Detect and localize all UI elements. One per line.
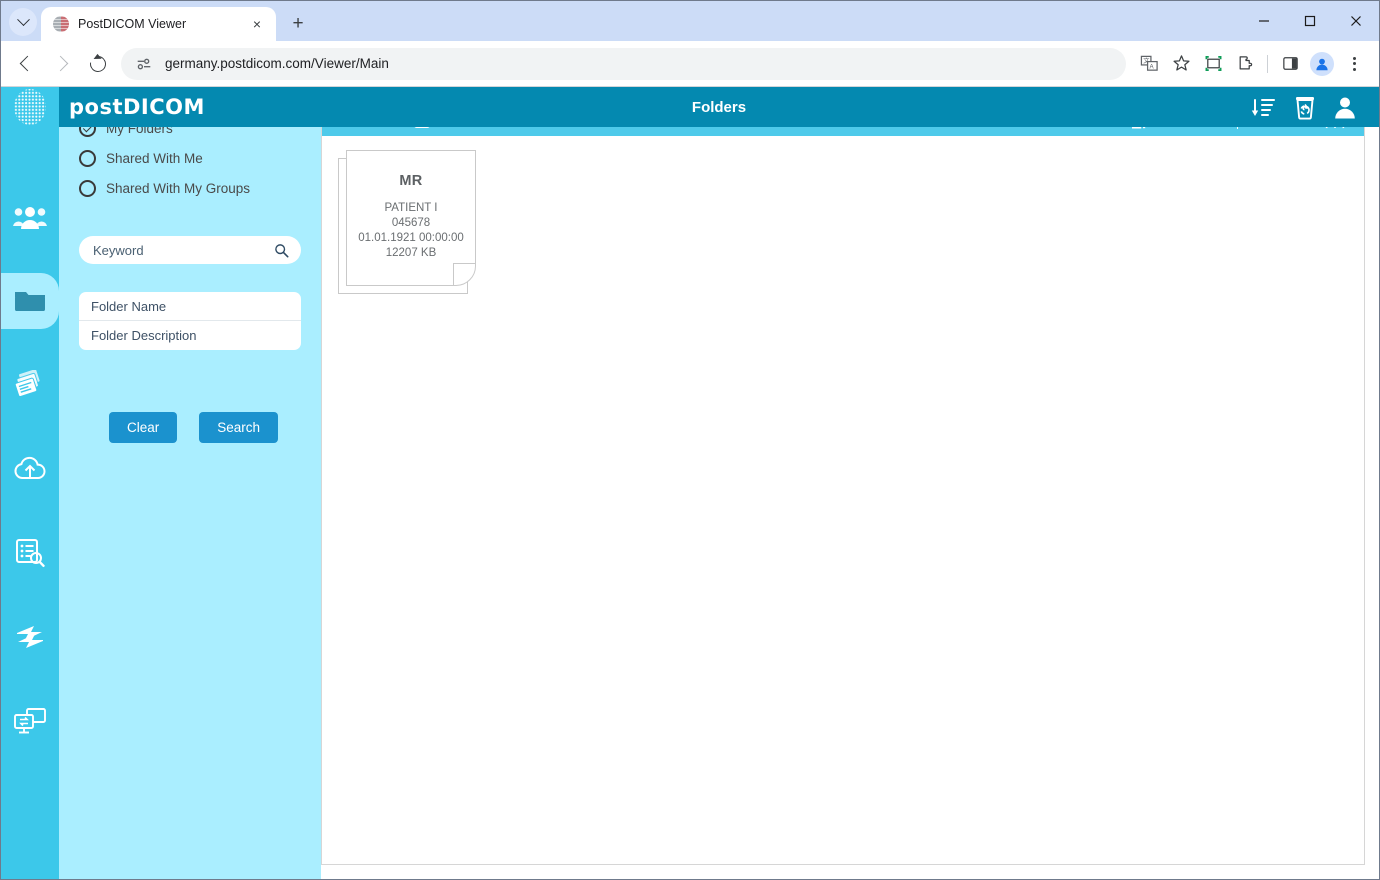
close-icon	[1350, 15, 1362, 27]
study-card-face: MR PATIENT I 045678 01.01.1921 00:00:00 …	[346, 150, 476, 286]
app-logo	[1, 87, 59, 127]
scope-option-shared-with-me[interactable]: Shared With Me	[59, 143, 321, 173]
forward-button[interactable]	[45, 47, 79, 81]
search-input[interactable]	[93, 243, 274, 258]
maximize-button[interactable]	[1287, 4, 1333, 38]
screen-capture-icon	[1204, 54, 1223, 73]
chevron-down-icon	[17, 13, 30, 26]
browser-window: PostDICOM Viewer × +	[0, 0, 1380, 880]
study-card[interactable]: MR PATIENT I 045678 01.01.1921 00:00:00 …	[338, 150, 478, 294]
main-content: My Folders - Home / Folder I / Sub Folde…	[321, 87, 1379, 879]
list-search-icon	[15, 538, 45, 568]
app-brand: postDICOM	[69, 95, 205, 119]
folder-icon	[14, 288, 46, 314]
study-datetime: 01.01.1921 00:00:00	[347, 231, 475, 246]
sidebar-item-reports[interactable]	[1, 525, 59, 581]
sidebar-item-folders[interactable]	[1, 273, 59, 329]
cloud-upload-icon	[13, 455, 47, 483]
extensions-puzzle-icon	[1236, 54, 1255, 73]
scope-option-label: Shared With My Groups	[106, 181, 250, 196]
filter-buttons: Clear Search	[109, 412, 321, 443]
site-settings-icon[interactable]	[135, 55, 153, 73]
reload-button[interactable]	[81, 47, 115, 81]
minimize-icon	[1258, 15, 1270, 27]
sort-descending-icon[interactable]	[1251, 95, 1277, 119]
recycle-bin-icon[interactable]	[1293, 95, 1317, 120]
rail-items	[1, 127, 59, 879]
folder-description-row[interactable]	[79, 321, 301, 350]
globe-favicon	[53, 16, 69, 32]
screen-capture-button[interactable]	[1198, 49, 1228, 79]
back-button[interactable]	[9, 47, 43, 81]
patients-icon	[13, 204, 47, 230]
sidebar-item-upload[interactable]	[1, 441, 59, 497]
bookmark-button[interactable]	[1166, 49, 1196, 79]
profile-avatar-icon	[1310, 52, 1334, 76]
postdicom-logo-icon	[8, 86, 52, 129]
study-modality: MR	[347, 173, 475, 189]
browser-tab[interactable]: PostDICOM Viewer ×	[41, 7, 276, 41]
scope-option-shared-with-my-groups[interactable]: Shared With My Groups	[59, 173, 321, 203]
back-arrow-icon	[20, 56, 36, 72]
extensions-button[interactable]	[1230, 49, 1260, 79]
icon-rail	[1, 87, 59, 879]
browser-toolbar: germany.postdicom.com/Viewer/Main 文 A	[1, 41, 1379, 86]
tab-search-button[interactable]	[9, 8, 37, 36]
folder-name-input[interactable]	[91, 299, 289, 314]
scope-option-label: Shared With Me	[106, 151, 203, 166]
sidebar-item-share[interactable]	[1, 693, 59, 749]
search-icon[interactable]	[274, 243, 289, 258]
study-size: 12207 KB	[347, 246, 475, 261]
filter-panel: My Folders Shared With Me Shared With My…	[59, 87, 321, 879]
content-panel: My Folders - Home / Folder I / Sub Folde…	[321, 99, 1365, 865]
study-patient-id: 045678	[347, 216, 475, 231]
address-bar-url: germany.postdicom.com/Viewer/Main	[165, 56, 389, 71]
new-tab-button[interactable]: +	[284, 9, 312, 37]
tab-strip: PostDICOM Viewer × +	[1, 1, 1379, 41]
translate-button[interactable]: 文 A	[1134, 49, 1164, 79]
toolbar-divider	[1267, 55, 1268, 73]
bookmark-star-icon	[1172, 54, 1191, 73]
study-patient-name: PATIENT I	[347, 201, 475, 216]
app-header: postDICOM Folders	[59, 87, 1379, 127]
sync-arrows-icon	[14, 623, 46, 651]
side-panel-icon	[1281, 54, 1300, 73]
reload-icon	[87, 52, 109, 74]
folder-description-input[interactable]	[91, 328, 289, 343]
keyword-search-box[interactable]	[79, 236, 301, 264]
study-grid: MR PATIENT I 045678 01.01.1921 00:00:00 …	[322, 136, 1364, 864]
minimize-button[interactable]	[1241, 4, 1287, 38]
screen-share-icon	[13, 707, 47, 735]
clear-button[interactable]: Clear	[109, 412, 177, 443]
profile-button[interactable]	[1307, 49, 1337, 79]
page-title: Folders	[59, 99, 1379, 116]
maximize-icon	[1304, 15, 1316, 27]
side-panel-button[interactable]	[1275, 49, 1305, 79]
browser-menu-button[interactable]	[1339, 49, 1369, 79]
forward-arrow-icon	[53, 56, 69, 72]
window-close-button[interactable]	[1333, 4, 1379, 38]
close-icon[interactable]: ×	[246, 13, 268, 35]
tab-title: PostDICOM Viewer	[78, 17, 237, 31]
window-controls	[1241, 1, 1379, 41]
folder-name-row[interactable]	[79, 292, 301, 321]
sidebar-item-studies[interactable]	[1, 357, 59, 413]
app-viewport: postDICOM Folders	[1, 86, 1379, 879]
studies-cards-icon	[14, 370, 46, 400]
user-account-icon[interactable]	[1333, 95, 1357, 120]
radio-unselected-icon	[79, 150, 96, 167]
app-header-actions	[1251, 95, 1379, 120]
sidebar-item-sync[interactable]	[1, 609, 59, 665]
sidebar-item-patients[interactable]	[1, 189, 59, 245]
address-bar[interactable]: germany.postdicom.com/Viewer/Main	[121, 48, 1126, 80]
translate-icon: 文 A	[1140, 54, 1159, 73]
search-button[interactable]: Search	[199, 412, 278, 443]
three-dot-menu-icon	[1353, 57, 1356, 71]
folder-filter-fields	[79, 292, 301, 350]
radio-unselected-icon	[79, 180, 96, 197]
